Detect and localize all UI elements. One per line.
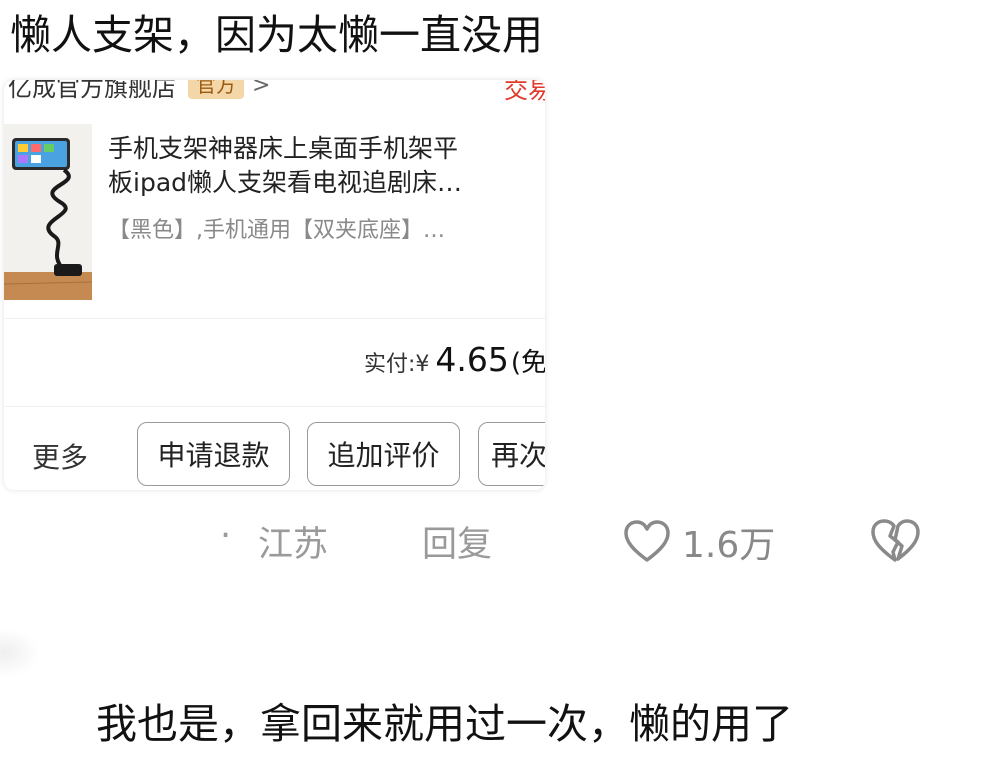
product-title-line2: 板ipad懒人支架看电视追剧床…	[108, 168, 463, 197]
more-button[interactable]: 更多	[32, 436, 88, 476]
paid-label: 实付:	[364, 352, 416, 377]
paid-amount: 4.65	[435, 340, 509, 379]
order-card[interactable]: 亿成官方旗舰店 官方 > 交易 手机支架神器床上桌面手机架平 板ipad懒人支架…	[4, 80, 545, 490]
like-button[interactable]: 1.6万	[622, 516, 775, 568]
product-spec: 【黑色】,手机通用【双夹底座】…	[108, 218, 445, 243]
comment-meta-row: · 江苏 回复 1.6万	[0, 516, 985, 570]
official-badge: 官方	[188, 80, 244, 99]
add-review-button[interactable]: 追加评价	[307, 422, 460, 486]
product-title[interactable]: 手机支架神器床上桌面手机架平 板ipad懒人支架看电视追剧床…	[108, 132, 532, 200]
broken-heart-icon	[871, 519, 920, 562]
like-count: 1.6万	[682, 525, 776, 566]
paid-suffix: (免	[510, 348, 545, 378]
shop-name: 亿成官方旗舰店	[8, 80, 176, 102]
divider	[4, 406, 545, 407]
reply-button[interactable]: 回复	[422, 516, 492, 567]
phone-holder-image	[4, 124, 92, 300]
paid-amount-row: 实付: ¥ 4.65 (免	[364, 340, 545, 379]
heart-outline-icon	[624, 520, 670, 562]
currency-symbol: ¥	[415, 352, 430, 377]
comment-text: 懒人支架，因为太懒一直没用	[10, 11, 543, 59]
product-thumbnail[interactable]	[4, 124, 92, 300]
comment-location: 江苏	[258, 525, 329, 565]
reply-comment-text: 我也是，拿回来就用过一次，懒的用了	[96, 700, 793, 748]
meta-separator: ·	[220, 516, 232, 556]
chevron-right-icon: >	[252, 80, 271, 98]
product-title-line1: 手机支架神器床上桌面手机架平	[108, 134, 459, 163]
dislike-button[interactable]	[868, 516, 922, 575]
order-status: 交易	[504, 80, 545, 104]
divider	[4, 318, 545, 319]
shop-row[interactable]: 亿成官方旗舰店 官方 >	[8, 80, 271, 102]
request-refund-button[interactable]: 申请退款	[137, 422, 290, 486]
avatar[interactable]	[0, 628, 40, 678]
buy-again-button[interactable]: 再次	[478, 422, 545, 486]
